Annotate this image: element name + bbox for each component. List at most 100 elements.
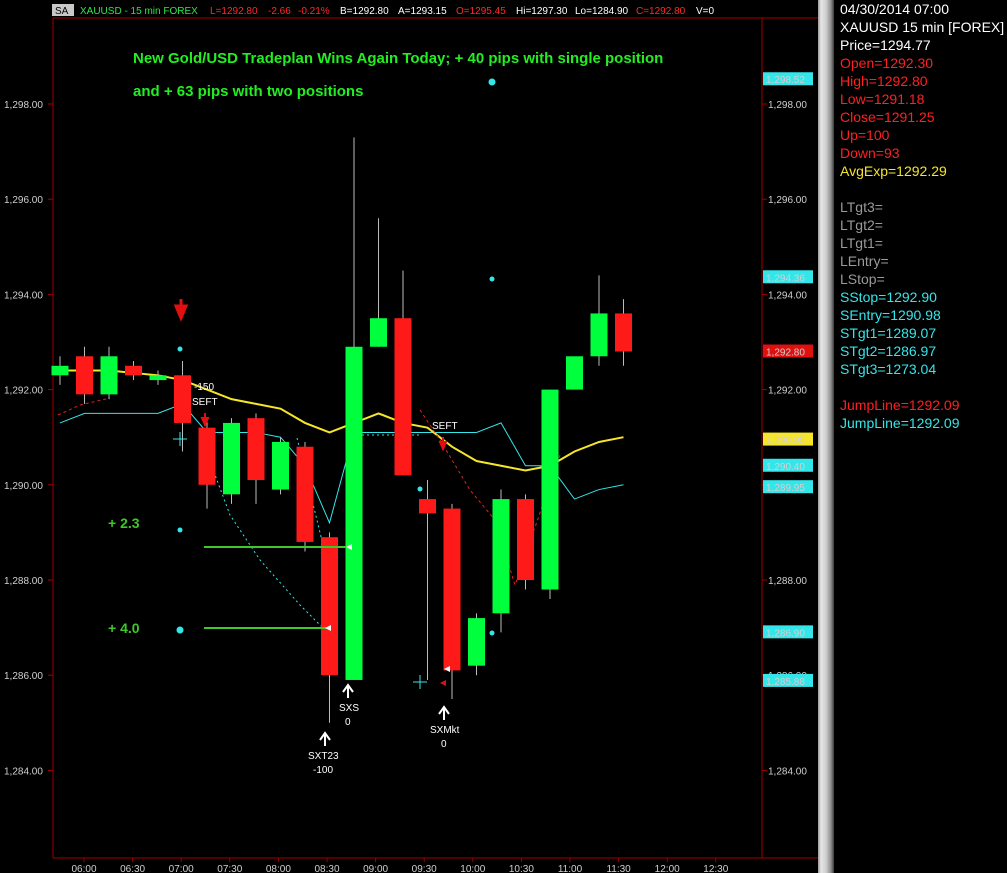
price-box-label: 1,289.95 xyxy=(766,483,805,494)
data-window-row: JumpLine=1292.09 xyxy=(840,415,960,431)
data-window-row: LTgt2= xyxy=(840,217,883,233)
data-window-panel: 04/30/2014 07:00 XAUUSD 15 min [FOREX] Pri… xyxy=(834,0,1007,873)
header-high: Hi=1297.30 xyxy=(516,6,568,17)
price-chart[interactable]: SA XAUUSD - 15 min FOREX L=1292.80 -2.66… xyxy=(0,0,818,873)
y-tick-label-right: 1,288.00 xyxy=(768,576,807,587)
candle-body-down xyxy=(394,318,412,476)
header-volume: V=0 xyxy=(696,6,715,17)
data-window-row: SStop=1292.90 xyxy=(840,289,937,305)
data-window-row: Price=1294.77 xyxy=(840,37,931,53)
candle-body-up xyxy=(468,618,485,666)
seft-label-2: SEFT xyxy=(432,421,458,432)
data-window-row: Low=1291.18 xyxy=(840,91,925,107)
x-tick-label: 09:30 xyxy=(412,864,437,873)
profit-label-1: + 2.3 xyxy=(108,515,140,531)
data-window-row: SEntry=1290.98 xyxy=(840,307,941,323)
sxmkt-value: 0 xyxy=(441,739,447,750)
data-window-row: AvgExp=1292.29 xyxy=(840,163,947,179)
x-tick-label: 10:00 xyxy=(460,864,485,873)
x-tick-label: 09:00 xyxy=(363,864,388,873)
data-window-row: STgt1=1289.07 xyxy=(840,325,937,341)
candle-body-down xyxy=(419,499,436,514)
data-window-row: Up=100 xyxy=(840,127,890,143)
y-tick-label-left: 1,288.00 xyxy=(4,576,43,587)
data-window-row: LEntry= xyxy=(840,253,889,269)
data-window-row: XAUUSD 15 min [FOREX] xyxy=(840,19,1005,35)
sxs-value: 0 xyxy=(345,717,351,728)
target-dot-3 xyxy=(417,486,423,492)
sxmkt-label: SXMkt xyxy=(430,725,460,736)
y-tick-label-left: 1,286.00 xyxy=(4,671,43,682)
candle-body-up xyxy=(51,365,69,376)
header-change: -2.66 xyxy=(268,6,291,17)
price-box-label: 1,292.80 xyxy=(766,348,805,359)
headline-line1: New Gold/USD Tradeplan Wins Again Today;… xyxy=(133,50,663,67)
price-box-label: 1,285.88 xyxy=(766,677,805,688)
candle-body-up xyxy=(100,356,118,395)
minus150-label: -150 xyxy=(194,382,214,393)
candle-body-down xyxy=(443,508,461,671)
y-tick-label-left: 1,298.00 xyxy=(4,100,43,111)
target-dot-2 xyxy=(176,626,184,634)
y-tick-label-right: 1,284.00 xyxy=(768,766,807,777)
x-tick-label: 08:00 xyxy=(266,864,291,873)
y-tick-label-left: 1,290.00 xyxy=(4,481,43,492)
x-tick-label: 08:30 xyxy=(314,864,339,873)
candle-body-down xyxy=(321,537,338,676)
y-tick-label-left: 1,296.00 xyxy=(4,195,43,206)
y-tick-label-left: 1,292.00 xyxy=(4,386,43,397)
candle-body-down xyxy=(125,365,142,376)
seft-label-1: SEFT xyxy=(192,397,218,408)
data-window-row: High=1292.80 xyxy=(840,73,928,89)
header-badge-label: SA xyxy=(55,6,69,17)
stop-dot-2 xyxy=(488,78,496,86)
header-symbol: XAUUSD - 15 min FOREX xyxy=(80,6,198,17)
stop-dot xyxy=(177,346,183,352)
price-box-label: 1,286.90 xyxy=(766,628,805,639)
candle-body-up xyxy=(566,356,583,390)
candle-body-down xyxy=(174,375,191,423)
candle-body-down xyxy=(517,499,534,580)
target-dot-4 xyxy=(489,630,495,636)
x-tick-label: 07:00 xyxy=(169,864,194,873)
candle-body-up xyxy=(272,441,289,490)
data-window-row: LTgt1= xyxy=(840,235,883,251)
x-tick-label: 11:00 xyxy=(558,864,583,873)
data-window-row: Open=1292.30 xyxy=(840,55,934,71)
data-window-row: LStop= xyxy=(840,271,885,287)
x-tick-label: 06:00 xyxy=(71,864,96,873)
header-change-pct: -0.21% xyxy=(298,6,330,17)
x-tick-label: 12:00 xyxy=(655,864,680,873)
price-box-label: 1,290.95 xyxy=(766,436,805,447)
data-window-row: Down=93 xyxy=(840,145,900,161)
candle-body-down xyxy=(76,356,93,395)
data-window-row: 04/30/2014 07:00 xyxy=(840,1,949,17)
candle-body-up xyxy=(590,313,608,357)
candle-body-up xyxy=(149,375,167,381)
y-tick-label-left: 1,294.00 xyxy=(4,290,43,301)
price-box-label: 1,298.52 xyxy=(766,75,805,86)
candle-body-down xyxy=(198,427,216,485)
y-tick-label-right: 1,294.00 xyxy=(768,290,807,301)
data-window-row: STgt2=1286.97 xyxy=(840,343,937,359)
symbol-header: SA XAUUSD - 15 min FOREX L=1292.80 -2.66… xyxy=(52,4,715,17)
y-tick-label-right: 1,298.00 xyxy=(768,100,807,111)
panel-splitter[interactable] xyxy=(818,0,834,873)
x-tick-label: 06:30 xyxy=(120,864,145,873)
y-tick-label-right: 1,292.00 xyxy=(768,386,807,397)
candle-body-down xyxy=(247,418,265,481)
candle-body-up xyxy=(541,389,559,590)
x-tick-label: 07:30 xyxy=(217,864,242,873)
data-window-row: JumpLine=1292.09 xyxy=(840,397,960,413)
y-tick-label-right: 1,296.00 xyxy=(768,195,807,206)
x-tick-label: 12:30 xyxy=(703,864,728,873)
candle-body-up xyxy=(492,499,510,614)
data-window-row: Close=1291.25 xyxy=(840,109,935,125)
x-tick-label: 11:30 xyxy=(606,864,631,873)
candle-body-up xyxy=(370,318,387,347)
data-window-row: LTgt3= xyxy=(840,199,883,215)
price-box-label: 1,294.36 xyxy=(766,273,805,284)
header-ask: A=1293.15 xyxy=(398,6,447,17)
sxs-label: SXS xyxy=(339,703,359,714)
header-low: Lo=1284.90 xyxy=(575,6,629,17)
